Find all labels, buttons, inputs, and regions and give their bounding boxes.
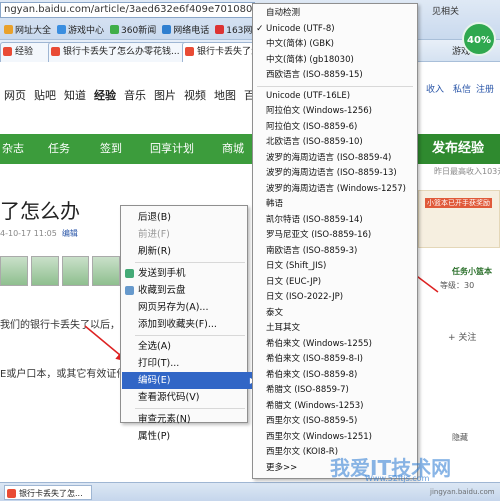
menu-item-label: 后退(B) (138, 212, 171, 223)
encoding-label: 西里尔文 (ISO-8859-5) (266, 416, 358, 426)
context-menu: 后退(B) 前进(F) 刷新(R) 发送到手机收藏到云盘网页另存为(A)... 添加到收… (120, 205, 262, 442)
encoding-option[interactable]: 波罗的海周边语言 (ISO-8859-4) (254, 151, 428, 167)
menu-item-icon (125, 269, 134, 278)
menu-item-label: 前进(F) (138, 229, 170, 240)
encoding-label: 日文 (EUC-JP) (266, 276, 322, 287)
context-menu-item[interactable]: 审查元素(N) (122, 411, 262, 428)
encoding-label: 希腊文 (Windows-1253) (266, 400, 364, 411)
menu-item-label: 属性(P) (138, 431, 171, 442)
encoding-label: 泰文 (266, 307, 284, 318)
encoding-option[interactable]: 凯尔特语 (ISO-8859-14) (254, 213, 428, 229)
encoding-option[interactable]: 西里尔文 (ISO-8859-5) (254, 414, 428, 430)
checkmark-icon: ✓ (256, 23, 264, 34)
encoding-option[interactable]: Unicode (UTF-16LE) (254, 89, 428, 105)
encoding-option[interactable]: 西欧语言 (ISO-8859-15) (254, 68, 428, 84)
encoding-option[interactable]: 南欧语言 (ISO-8859-3) (254, 244, 428, 260)
context-menu-item[interactable]: 网页另存为(A)... (122, 299, 262, 316)
encoding-label: 北欧语言 (ISO-8859-10) (266, 137, 363, 147)
encoding-label: 阿拉伯文 (Windows-1256) (266, 106, 372, 116)
context-menu-item[interactable]: 属性(P) (122, 428, 262, 445)
context-menu-item[interactable]: 查看源代码(V) (122, 389, 262, 406)
encoding-label: 西里尔文 (Windows-1251) (266, 431, 372, 442)
context-menu-item[interactable]: 添加到收藏夹(F)... (122, 316, 262, 333)
encoding-label: 西欧语言 (ISO-8859-15) (266, 70, 363, 80)
menu-item-label: 发送到手机 (138, 268, 186, 279)
encoding-option[interactable]: 日文 (ISO-2022-JP) (254, 290, 428, 306)
context-menu-item[interactable]: 前进(F) (122, 226, 262, 243)
encoding-label: 波罗的海周边语言 (ISO-8859-4) (266, 152, 392, 163)
encoding-option[interactable]: 罗马尼亚文 (ISO-8859-16) (254, 228, 428, 244)
encoding-label: 西里尔文 (KOI8-R) (266, 447, 339, 457)
encoding-label: 南欧语言 (ISO-8859-3) (266, 245, 358, 256)
menu-item-label: 编码(E) (138, 375, 171, 386)
encoding-submenu: 自动检测 ✓ Unicode (UTF-8) 中文(简体) (GBK) 中文(简体) (… (252, 3, 418, 479)
context-menu-item[interactable]: 全选(A) (122, 338, 262, 355)
encoding-label: 希伯来文 (ISO-8859-8) (266, 369, 358, 380)
encoding-option[interactable]: 西里尔文 (Windows-1251) (254, 430, 428, 446)
encoding-label: 希腊文 (ISO-8859-7) (266, 385, 349, 395)
encoding-label: Unicode (UTF-16LE) (266, 90, 351, 101)
encoding-label: 波罗的海周边语言 (ISO-8859-13) (266, 168, 397, 178)
encoding-option[interactable]: 希伯来文 (ISO-8859-8) (254, 368, 428, 384)
encoding-label: 凯尔特语 (ISO-8859-14) (266, 214, 363, 225)
watermark-site: jingyan.baidu.com (430, 488, 495, 496)
encoding-option[interactable]: ✓ Unicode (UTF-8) (254, 22, 428, 38)
menu-item-icon (125, 286, 134, 295)
encoding-label: 日文 (ISO-2022-JP) (266, 292, 344, 302)
encoding-label: 韩语 (266, 199, 284, 209)
encoding-label: 更多>> (266, 462, 298, 473)
encoding-option[interactable]: 波罗的海周边语言 (Windows-1257) (254, 182, 428, 198)
menu-item-label: 审查元素(N) (138, 414, 191, 425)
context-menu-item[interactable]: 发送到手机 (122, 265, 262, 282)
encoding-label: 土耳其文 (266, 323, 301, 333)
menu-item-label: 打印(T)... (138, 358, 180, 369)
encoding-option[interactable]: 希腊文 (Windows-1253) (254, 399, 428, 415)
menu-divider (135, 408, 245, 409)
menu-divider (135, 262, 245, 263)
context-menu-item[interactable]: 后退(B) (122, 209, 262, 226)
menu-item-label: 网页另存为(A)... (138, 302, 209, 313)
encoding-label: 波罗的海周边语言 (Windows-1257) (266, 183, 406, 194)
encoding-label: Unicode (UTF-8) (266, 23, 335, 34)
context-menu-item[interactable]: 刷新(R) (122, 243, 262, 260)
encoding-option[interactable]: 日文 (EUC-JP) (254, 275, 428, 291)
encoding-option[interactable]: 北欧语言 (ISO-8859-10) (254, 135, 428, 151)
menu-item-label: 全选(A) (138, 341, 171, 352)
encoding-label: 希伯来文 (ISO-8859-8-I) (266, 354, 363, 364)
encoding-label: 阿拉伯文 (ISO-8859-6) (266, 121, 358, 132)
encoding-option[interactable]: 希腊文 (ISO-8859-7) (254, 383, 428, 399)
encoding-option[interactable]: 日文 (Shift_JIS) (254, 259, 428, 275)
encoding-option[interactable]: 土耳其文 (254, 321, 428, 337)
encoding-option[interactable]: 自动检测 (254, 6, 428, 22)
encoding-label: 中文(简体) (gb18030) (266, 54, 354, 65)
encoding-option[interactable]: 阿拉伯文 (Windows-1256) (254, 104, 428, 120)
watermark-url: Www.52itjs.com (365, 474, 430, 483)
menu-item-label: 添加到收藏夹(F)... (138, 319, 217, 330)
menu-item-label: 收藏到云盘 (138, 285, 186, 296)
context-menu-item[interactable]: 收藏到云盘 (122, 282, 262, 299)
encoding-option[interactable]: 阿拉伯文 (ISO-8859-6) (254, 120, 428, 136)
encoding-option[interactable]: 希伯来文 (Windows-1255) (254, 337, 428, 353)
encoding-option[interactable]: 中文(简体) (GBK) (254, 37, 428, 53)
menu-item-label: 查看源代码(V) (138, 392, 200, 403)
encoding-option[interactable]: 韩语 (254, 197, 428, 213)
encoding-label: 自动检测 (266, 8, 301, 18)
encoding-option[interactable]: 中文(简体) (gb18030) (254, 53, 428, 69)
encoding-label: 罗马尼亚文 (ISO-8859-16) (266, 230, 372, 240)
encoding-option[interactable]: 希伯来文 (ISO-8859-8-I) (254, 352, 428, 368)
context-menu-item[interactable]: 打印(T)... (122, 355, 262, 372)
encoding-label: 希伯来文 (Windows-1255) (266, 338, 372, 349)
encoding-option[interactable]: 泰文 (254, 306, 428, 322)
encoding-option[interactable]: 波罗的海周边语言 (ISO-8859-13) (254, 166, 428, 182)
encoding-label: 中文(简体) (GBK) (266, 39, 334, 49)
context-menu-item[interactable]: 编码(E)▶ (122, 372, 262, 389)
menu-item-label: 刷新(R) (138, 246, 172, 257)
encoding-label: 日文 (Shift_JIS) (266, 261, 327, 271)
menu-divider (135, 335, 245, 336)
menu-divider (257, 85, 413, 87)
